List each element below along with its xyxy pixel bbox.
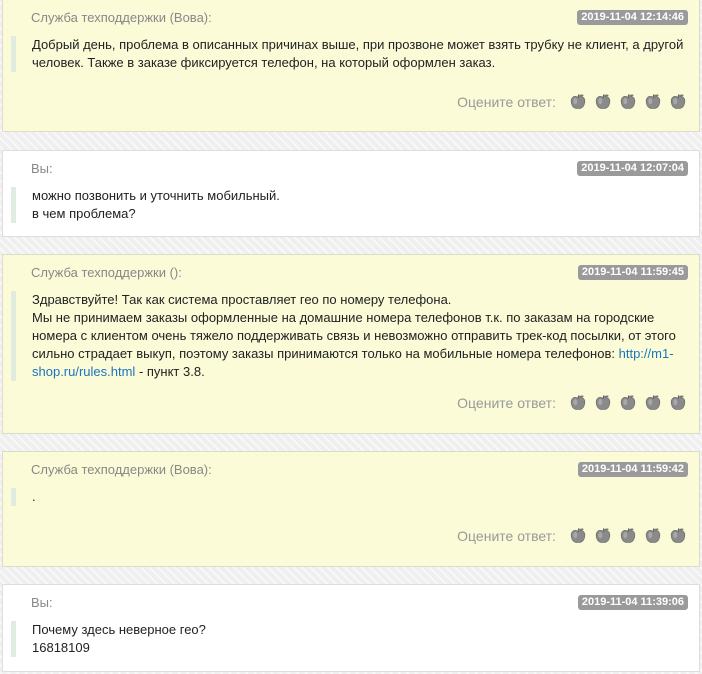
- message-text: Почему здесь неверное гео?: [32, 622, 206, 637]
- apple-rating-4-icon[interactable]: [644, 527, 662, 545]
- message-author: Вы:: [31, 595, 53, 610]
- message-text: можно позвонить и уточнить мобильный.: [32, 188, 280, 203]
- apple-rating-4-icon[interactable]: [644, 93, 662, 111]
- message-timestamp: 2019-11-04 12:14:46: [577, 10, 688, 25]
- message-author: Служба техподдержки (Вова):: [31, 10, 212, 25]
- message-text: Мы не принимаем заказы оформленные на до…: [32, 309, 687, 381]
- answer-rating: Оцените ответ:: [457, 527, 687, 545]
- message-body: можно позвонить и уточнить мобильный. в …: [11, 187, 687, 223]
- apple-rating-3-icon[interactable]: [619, 394, 637, 412]
- apple-rating-5-icon[interactable]: [669, 527, 687, 545]
- message-text: в чем проблема?: [32, 206, 136, 221]
- message-timestamp: 2019-11-04 12:07:04: [577, 161, 688, 176]
- message-text: Добрый день, проблема в описанных причин…: [32, 37, 684, 70]
- message-author: Служба техподдержки ():: [31, 265, 182, 280]
- apple-rating-4-icon[interactable]: [644, 394, 662, 412]
- message-text: 16818109: [32, 640, 90, 655]
- message-body: Добрый день, проблема в описанных причин…: [11, 36, 687, 72]
- message-header: Служба техподдержки (Вова): 2019-11-04 1…: [31, 8, 688, 28]
- message-body: Здравствуйте! Так как система проставляе…: [11, 291, 687, 381]
- rating-label: Оцените ответ:: [457, 94, 556, 110]
- message-timestamp: 2019-11-04 11:59:42: [577, 462, 688, 477]
- message-user-2: Вы: 2019-11-04 11:39:06 Почему здесь нев…: [2, 584, 700, 672]
- message-header: Служба техподдержки (Вова): 2019-11-04 1…: [31, 460, 688, 480]
- answer-rating: Оцените ответ:: [457, 394, 687, 412]
- apple-rating-2-icon[interactable]: [594, 394, 612, 412]
- message-header: Вы: 2019-11-04 11:39:06: [31, 593, 688, 613]
- message-support-2: Служба техподдержки (): 2019-11-04 11:59…: [2, 254, 700, 434]
- message-timestamp: 2019-11-04 11:59:45: [577, 265, 688, 280]
- message-user-1: Вы: 2019-11-04 12:07:04 можно позвонить …: [2, 150, 700, 237]
- message-text: .: [32, 489, 36, 504]
- apple-rating-3-icon[interactable]: [619, 93, 637, 111]
- message-text-after-link: - пункт 3.8.: [135, 364, 205, 379]
- message-body: .: [11, 488, 687, 506]
- apple-rating-1-icon[interactable]: [569, 93, 587, 111]
- apple-rating-1-icon[interactable]: [569, 394, 587, 412]
- rating-label: Оцените ответ:: [457, 528, 556, 544]
- message-body: Почему здесь неверное гео? 16818109: [11, 621, 687, 657]
- message-header: Вы: 2019-11-04 12:07:04: [31, 159, 688, 179]
- message-timestamp: 2019-11-04 11:39:06: [577, 595, 688, 610]
- apple-rating-3-icon[interactable]: [619, 527, 637, 545]
- message-support-3: Служба техподдержки (Вова): 2019-11-04 1…: [2, 451, 700, 567]
- rating-label: Оцените ответ:: [457, 395, 556, 411]
- message-text-before-link: Мы не принимаем заказы оформленные на до…: [32, 310, 676, 361]
- apple-rating-5-icon[interactable]: [669, 394, 687, 412]
- message-author: Служба техподдержки (Вова):: [31, 462, 212, 477]
- message-text: Здравствуйте! Так как система проставляе…: [32, 292, 452, 307]
- answer-rating: Оцените ответ:: [457, 93, 687, 111]
- message-author: Вы:: [31, 161, 53, 176]
- apple-rating-2-icon[interactable]: [594, 93, 612, 111]
- message-support-1: Служба техподдержки (Вова): 2019-11-04 1…: [2, 0, 700, 132]
- apple-rating-5-icon[interactable]: [669, 93, 687, 111]
- apple-rating-1-icon[interactable]: [569, 527, 587, 545]
- message-header: Служба техподдержки (): 2019-11-04 11:59…: [31, 263, 688, 283]
- apple-rating-2-icon[interactable]: [594, 527, 612, 545]
